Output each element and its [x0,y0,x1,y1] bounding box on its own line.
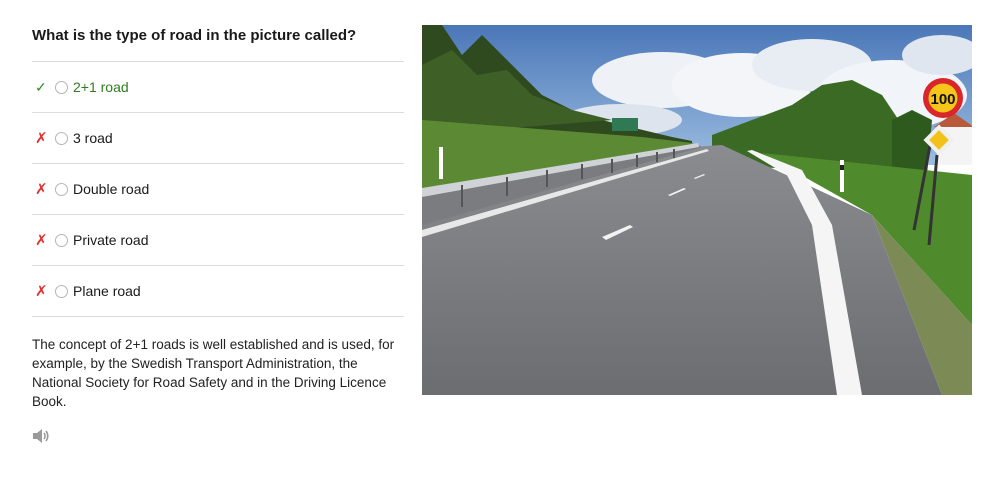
answer-option[interactable]: ✗ Plane road [32,266,404,317]
road-photo: 100 [422,25,972,395]
cross-icon: ✗ [35,130,48,147]
answer-options: ✓ 2+1 road ✗ 3 road ✗ Double road ✗ Priv… [32,62,404,317]
question-panel: What is the type of road in the picture … [32,24,404,411]
answer-option[interactable]: ✗ 3 road [32,113,404,164]
speed-sign-text: 100 [930,91,955,108]
speaker-icon[interactable] [32,428,50,444]
radio-button[interactable] [55,233,68,247]
explanation-text: The concept of 2+1 roads is well establi… [32,337,395,409]
answer-option[interactable]: ✗ Double road [32,164,404,215]
answer-option[interactable]: ✓ 2+1 road [32,62,404,113]
cross-icon: ✗ [35,232,48,249]
cross-icon: ✗ [35,283,48,300]
checkmark-icon: ✓ [35,78,47,95]
answer-label: 3 road [73,130,113,146]
radio-button[interactable] [55,131,68,145]
radio-button[interactable] [55,182,68,196]
answer-label: Plane road [73,283,141,299]
question-title: What is the type of road in the picture … [32,24,404,62]
radio-button[interactable] [55,284,68,298]
cross-icon: ✗ [35,181,48,198]
answer-label: 2+1 road [73,79,129,95]
answer-option[interactable]: ✗ Private road [32,215,404,266]
answer-label: Double road [73,181,150,197]
answer-label: Private road [73,232,149,248]
radio-button[interactable] [55,80,68,94]
